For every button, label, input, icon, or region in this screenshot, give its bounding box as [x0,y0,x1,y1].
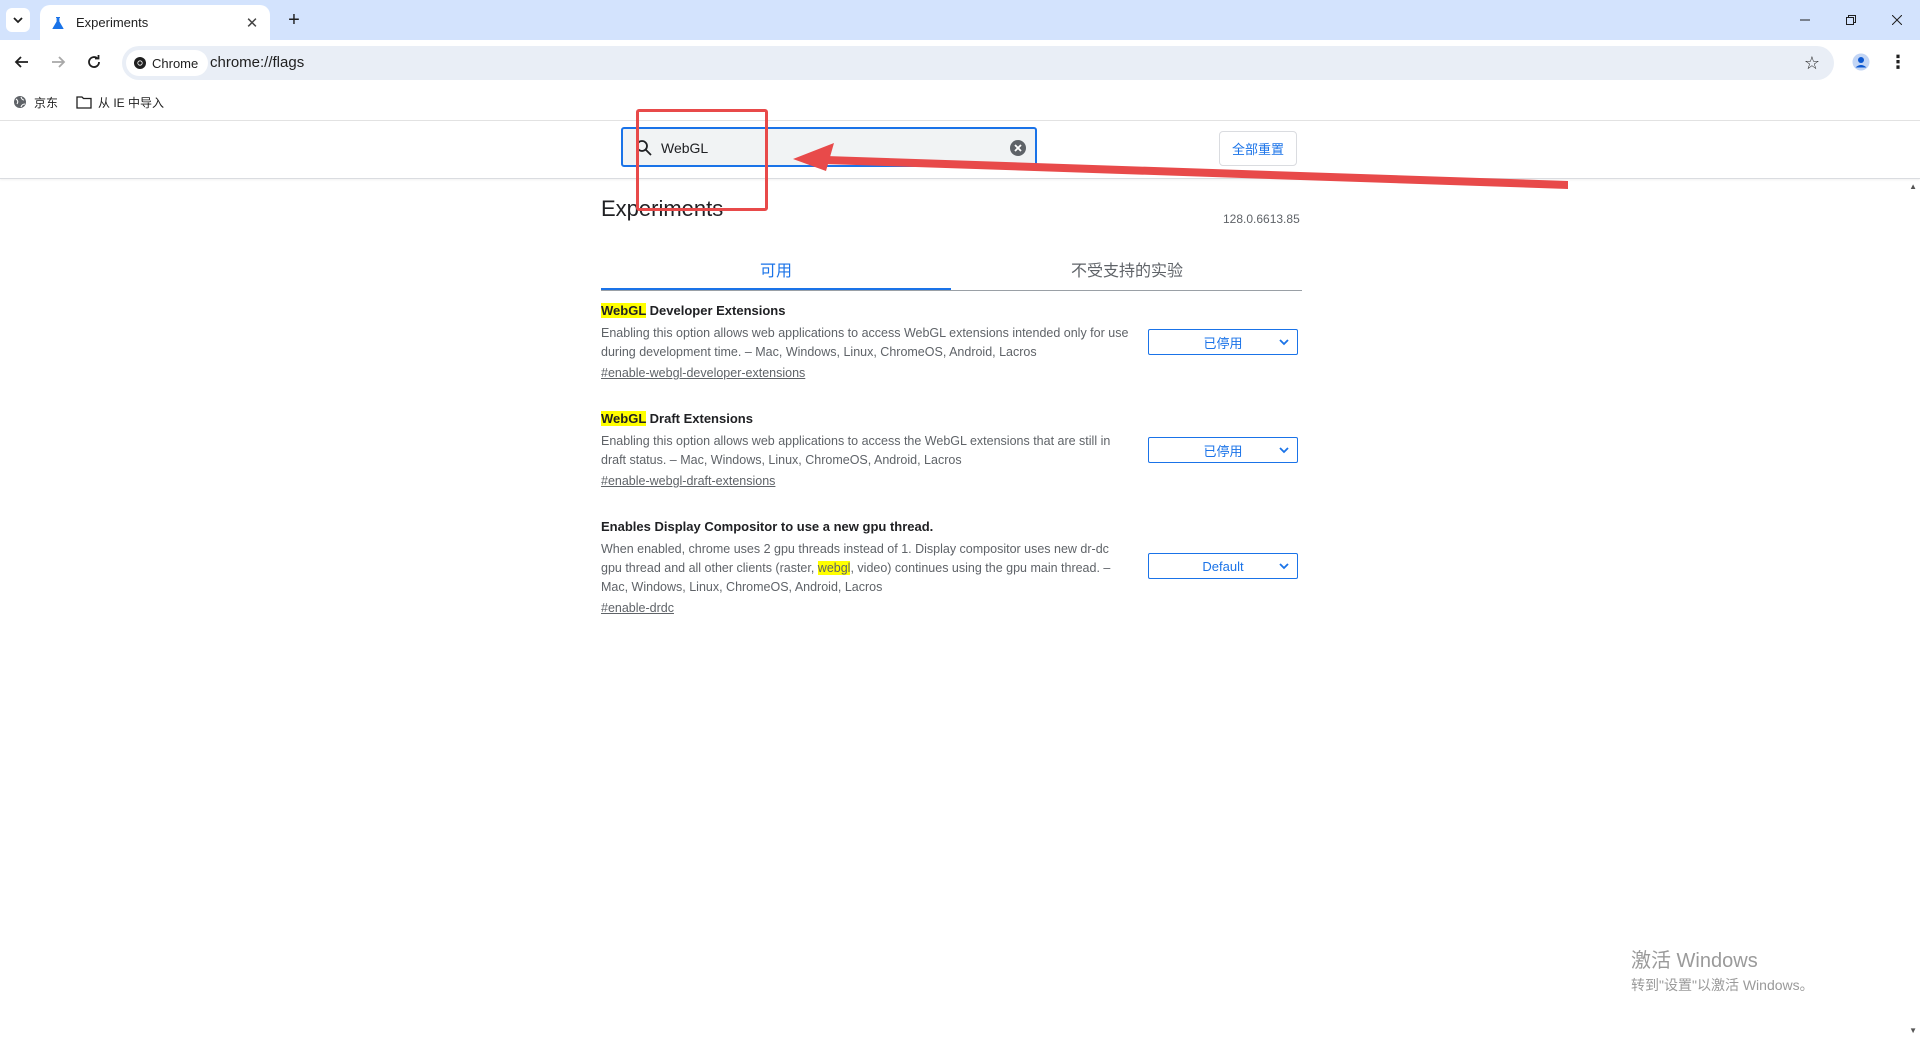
windows-activation-watermark: 激活 Windows 转到"设置"以激活 Windows。 [1631,944,1814,995]
tab-title: Experiments [76,15,149,30]
bookmark-label: 从 IE 中导入 [98,95,165,110]
close-icon [1892,15,1902,25]
experiment-description: Enabling this option allows web applicat… [601,326,1129,359]
chip-label: Chrome [152,55,199,71]
bookmarks-bar: 京东 从 IE 中导入 [0,84,1920,121]
bookmark-label: 京东 [34,95,59,110]
profile-button[interactable] [1848,49,1874,75]
experiment-select[interactable]: 已停用 [1148,437,1298,463]
tab-available[interactable]: 可用 [601,250,951,290]
bookmark-star-icon[interactable]: ☆ [1802,53,1822,73]
annotation-highlight-box [636,109,768,211]
bookmark-jd[interactable]: 京东 [12,92,58,112]
experiment-link[interactable]: #enable-drdc [601,601,674,615]
reset-all-button[interactable]: 全部重置 [1219,131,1297,166]
scroll-down-icon[interactable]: ▼ [1909,1026,1917,1035]
avatar-icon [1852,53,1870,71]
clear-search-icon[interactable] [1009,139,1027,157]
experiment-link[interactable]: #enable-webgl-draft-extensions [601,474,775,488]
version-label: 128.0.6613.85 [1223,212,1300,226]
select-value: 已停用 [1203,443,1243,459]
experiment-select[interactable]: Default [1148,553,1298,579]
experiment-link[interactable]: #enable-webgl-developer-extensions [601,366,805,380]
reload-button[interactable] [82,50,106,74]
scroll-up-icon[interactable]: ▲ [1909,182,1917,191]
bookmark-import-ie[interactable]: 从 IE 中导入 [76,92,164,112]
experiment-title-text: Developer Extensions [646,303,786,318]
minimize-button[interactable] [1782,0,1828,40]
experiment-description: Enabling this option allows web applicat… [601,434,1111,467]
forward-button[interactable] [46,50,70,74]
experiment-item: WebGL Developer Extensions Enabling this… [601,302,1302,382]
page-scrollbar[interactable] [1906,178,1920,1040]
close-window-button[interactable] [1874,0,1920,40]
select-value: 已停用 [1203,335,1243,351]
reload-icon [88,55,100,68]
restore-button[interactable] [1828,0,1874,40]
experiment-title: Enables Display Compositor to use a new … [601,519,934,534]
new-tab-button[interactable]: + [282,8,306,32]
watermark-line1: 激活 Windows [1631,950,1758,972]
chevron-down-icon [13,17,23,24]
experiment-item: WebGL Draft Extensions Enabling this opt… [601,410,1302,490]
window-controls [1782,0,1920,40]
url-text[interactable]: chrome://flags [210,54,304,71]
flask-icon [50,15,66,31]
experiment-description: When enabled, chrome uses 2 gpu threads … [601,540,1131,597]
search-highlight: WebGL [601,411,647,426]
chevron-down-icon [1279,339,1289,346]
chevron-down-icon [1279,563,1289,570]
tab-search-button[interactable] [6,8,30,32]
arrow-left-icon [14,56,28,68]
globe-icon [12,94,28,110]
search-highlight: WebGL [601,303,647,318]
folder-icon [76,94,92,110]
experiment-title-text: Draft Extensions [646,411,753,426]
flags-header: 全部重置 [0,121,1920,179]
experiment-item: Enables Display Compositor to use a new … [601,518,1302,617]
chevron-down-icon [1279,447,1289,454]
experiment-title: WebGL Draft Extensions [601,410,1302,428]
toolbar: Chrome chrome://flags ☆ ⋮ [0,40,1920,84]
tab-strip: Experiments ✕ + [0,0,1920,40]
chrome-icon [132,55,148,71]
tab-experiments[interactable]: Experiments ✕ [40,5,270,40]
address-bar[interactable]: Chrome chrome://flags ☆ [122,46,1834,80]
minimize-icon [1800,19,1810,21]
close-tab-icon[interactable]: ✕ [242,13,262,33]
experiment-select[interactable]: 已停用 [1148,329,1298,355]
back-button[interactable] [10,50,34,74]
watermark-line2: 转到"设置"以激活 Windows。 [1631,977,1814,993]
flags-tabs: 可用 不受支持的实验 [601,250,1302,291]
tab-unavailable[interactable]: 不受支持的实验 [952,250,1302,288]
experiment-title: WebGL Developer Extensions [601,302,1302,320]
site-info-chip[interactable]: Chrome [126,50,209,76]
arrow-right-icon [52,56,66,68]
select-value: Default [1202,558,1244,574]
menu-icon[interactable]: ⋮ [1888,50,1908,74]
search-highlight: webgl [817,561,851,575]
restore-icon [1846,15,1856,25]
